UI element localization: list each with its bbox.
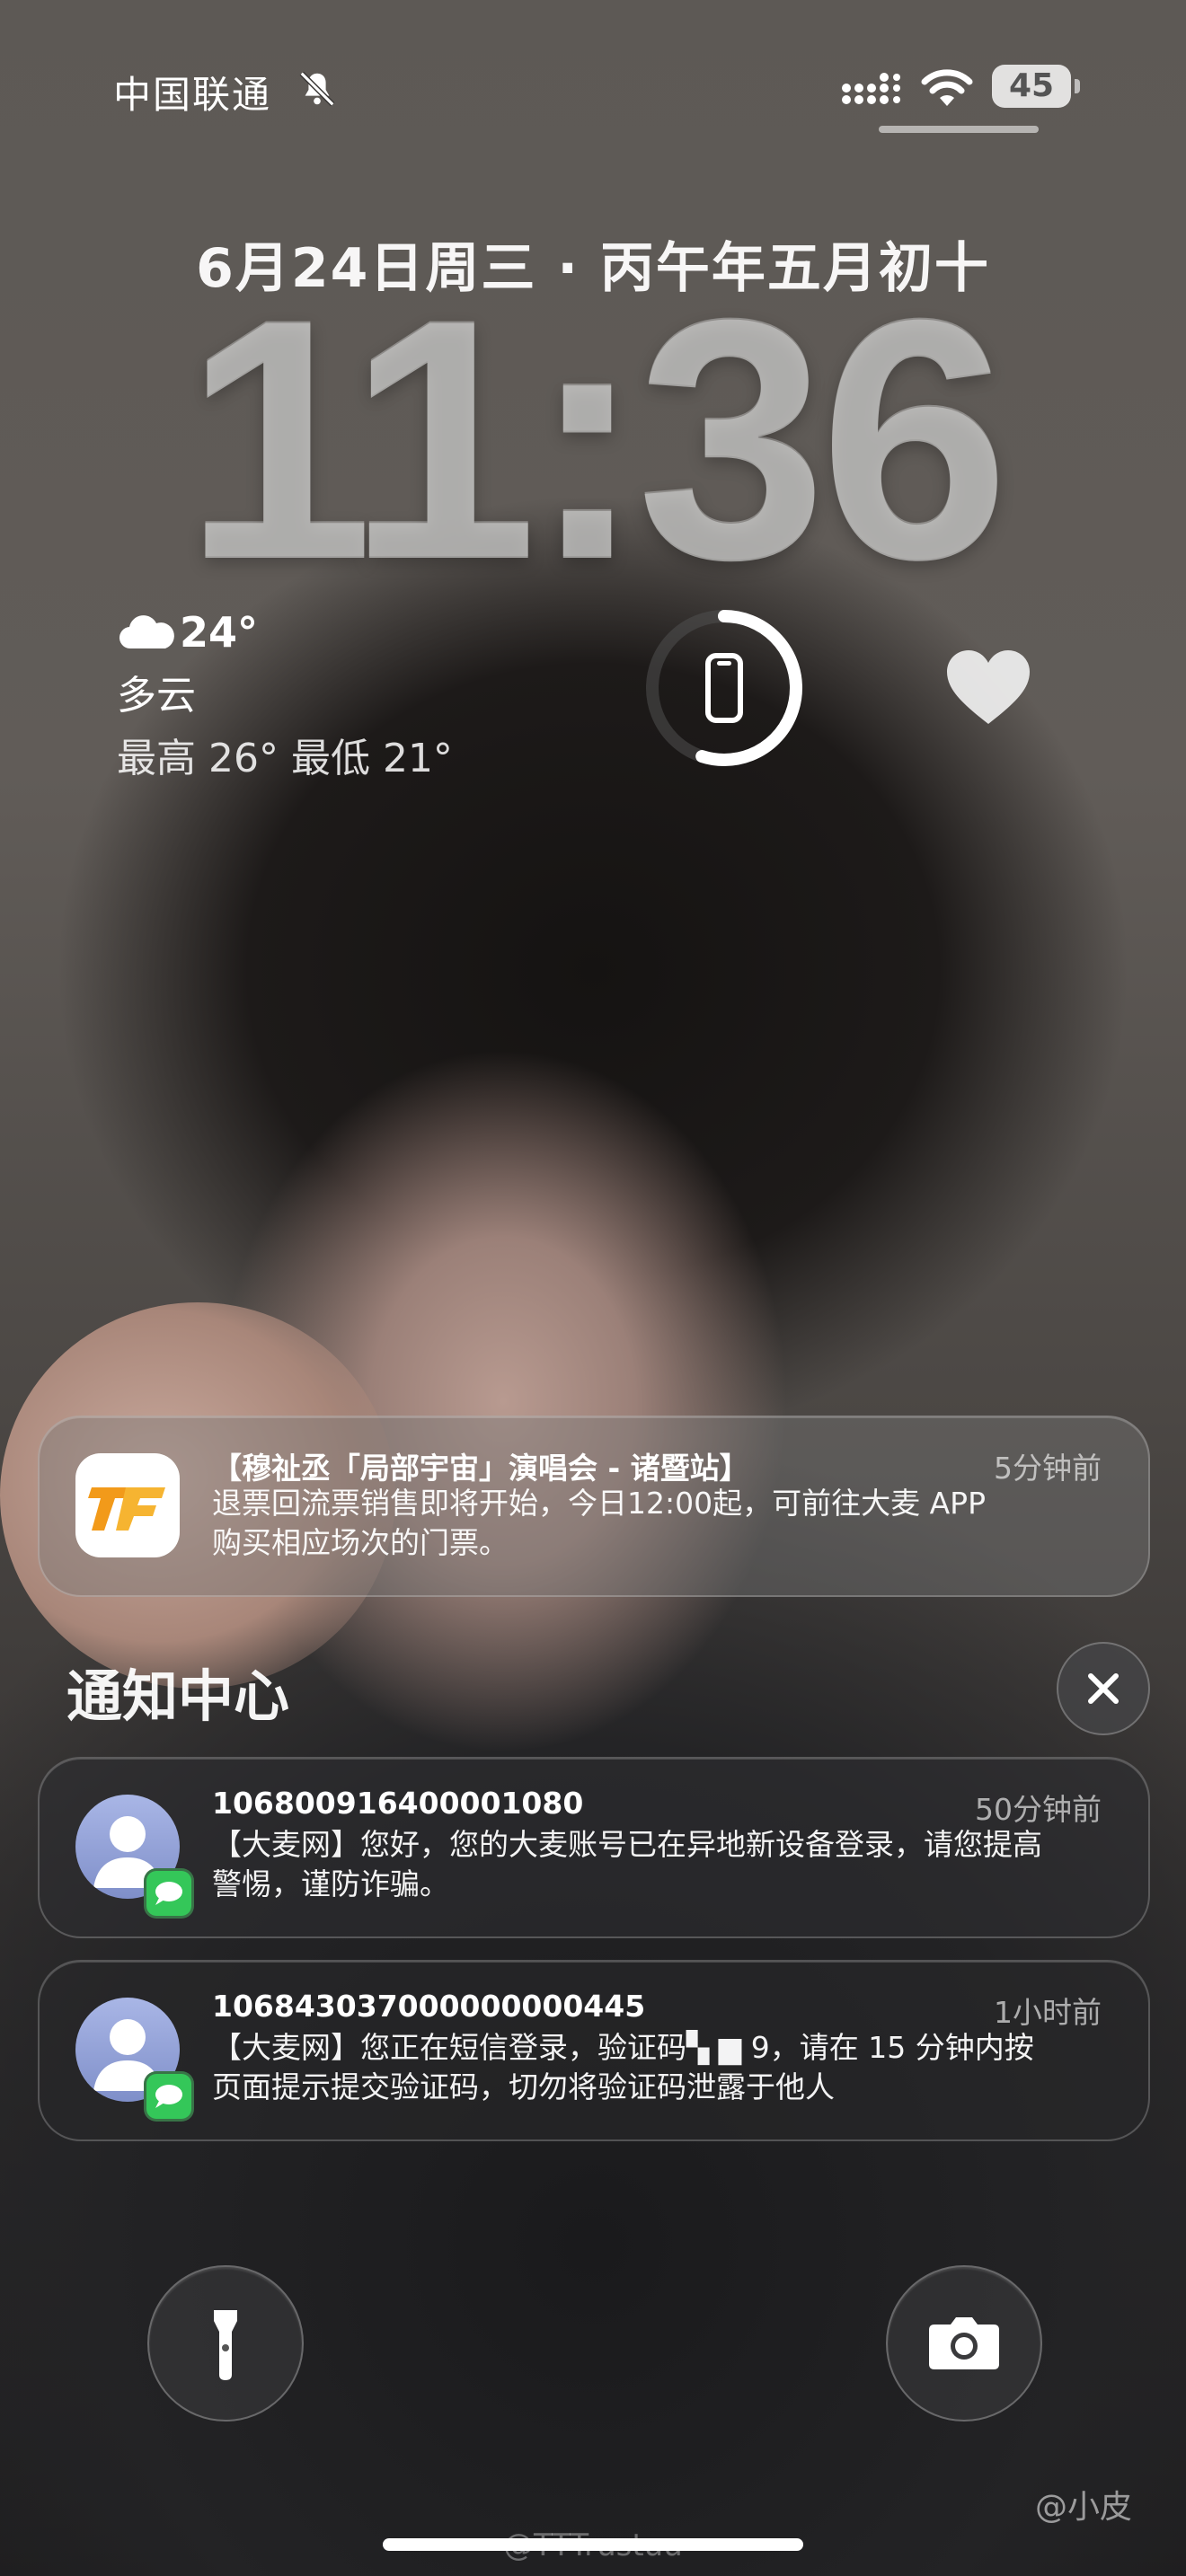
close-icon <box>1088 1673 1119 1704</box>
battery-indicator: 45 <box>992 65 1071 108</box>
battery-widget[interactable] <box>643 607 805 769</box>
notification-card[interactable]: 【穆祉丞「局部宇宙」演唱会 - 诸暨站】 5分钟前 退票回流票销售即将开始，今日… <box>38 1416 1150 1597</box>
battery-tip <box>1075 79 1080 93</box>
notification-body: 退票回流票销售即将开始，今日12:00起，可前往大麦 APP 购买相应场次的门票… <box>212 1484 1111 1563</box>
notification-title: 【穆祉丞「局部宇宙」演唱会 - 诸暨站】 <box>212 1451 749 1486</box>
wifi-icon <box>921 69 973 106</box>
weather-temp: 24° <box>180 608 259 657</box>
sms-body-line: 警惕，谨防诈骗。 <box>212 1866 449 1901</box>
sms-notification-card[interactable]: 106843037000000000445 1小时前 【大麦网】您正在短信登录，… <box>38 1960 1150 2141</box>
messages-icon <box>144 1868 194 1919</box>
camera-icon <box>929 2317 999 2369</box>
cloud-icon <box>119 615 174 649</box>
sms-sender: 106800916400001080 <box>212 1786 584 1821</box>
carrier-label: 中国联通 <box>113 73 272 117</box>
sms-time: 1小时前 <box>994 1995 1102 2030</box>
heart-icon[interactable] <box>945 648 1031 728</box>
weather-condition: 多云 <box>117 673 196 719</box>
messages-icon <box>144 2071 194 2122</box>
notification-center-title: 通知中心 <box>66 1663 290 1729</box>
bell-off-icon <box>299 71 335 107</box>
weather-widget[interactable]: 24° 多云 最高 26° 最低 21° <box>117 607 453 783</box>
notification-body-line: 退票回流票销售即将开始，今日12:00起，可前往大麦 APP <box>212 1486 986 1521</box>
sms-body: 【大麦网】您正在短信登录，验证码▚ ▆ 9，请在 15 分钟内按 页面提示提交验… <box>212 2028 1111 2107</box>
lock-time: 11:36 <box>183 249 1010 631</box>
sms-time: 50分钟前 <box>975 1792 1102 1827</box>
flashlight-icon <box>214 2310 237 2380</box>
watermark-name: @小皮 <box>1035 2489 1133 2526</box>
home-indicator[interactable] <box>383 2538 803 2551</box>
sms-body-line: 【大麦网】您好，您的大麦账号已在异地新设备登录，请您提高 <box>212 1827 1042 1862</box>
control-center-handle[interactable] <box>879 126 1039 133</box>
sms-notification-card[interactable]: 106800916400001080 50分钟前 【大麦网】您好，您的大麦账号已… <box>38 1757 1150 1938</box>
sms-sender: 106843037000000000445 <box>212 1989 646 2024</box>
sms-body-line: 页面提示提交验证码，切勿将验证码泄露于他人 <box>212 2069 835 2104</box>
status-bar: 中国联通 45 <box>0 56 1186 119</box>
camera-button[interactable] <box>886 2265 1042 2422</box>
notification-body-line: 购买相应场次的门票。 <box>212 1525 509 1560</box>
sms-body-line: 【大麦网】您正在短信登录，验证码▚ ▆ 9，请在 15 分钟内按 <box>212 2030 1034 2065</box>
phone-icon <box>705 653 743 723</box>
cellular-signal-icon <box>842 73 900 104</box>
clear-notifications-button[interactable] <box>1057 1642 1150 1735</box>
flashlight-button[interactable] <box>147 2265 304 2422</box>
weather-hi-lo: 最高 26° 最低 21° <box>117 736 453 781</box>
notification-time: 5分钟前 <box>994 1451 1102 1486</box>
sms-body: 【大麦网】您好，您的大麦账号已在异地新设备登录，请您提高 警惕，谨防诈骗。 <box>212 1825 1111 1904</box>
tf-app-icon <box>75 1453 180 1557</box>
